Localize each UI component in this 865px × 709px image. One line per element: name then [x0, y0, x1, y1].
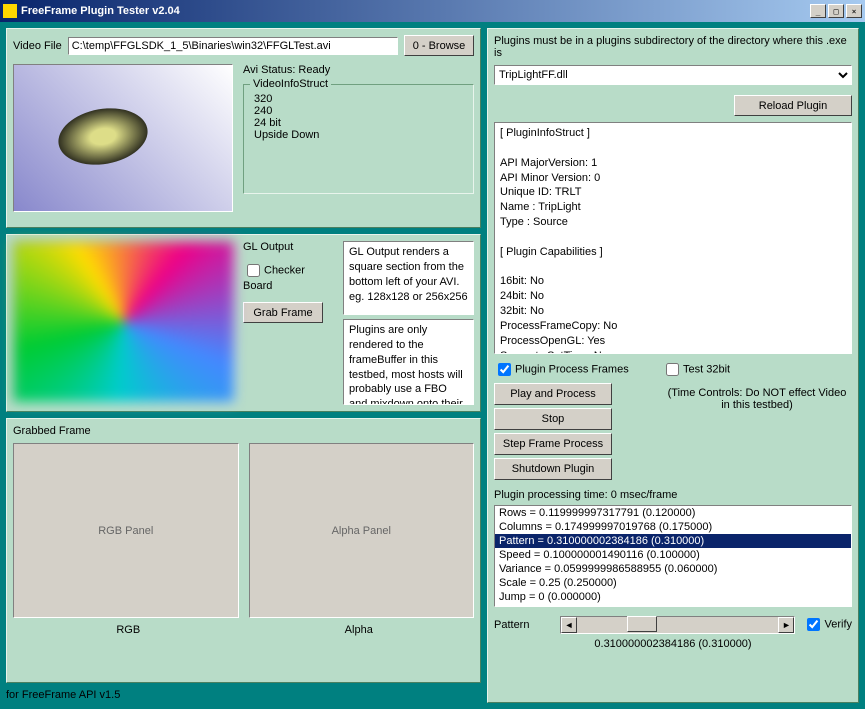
plugin-instructions: Plugins must be in a plugins subdirector… — [494, 35, 852, 59]
minimize-button[interactable]: _ — [810, 4, 826, 18]
param-slider[interactable]: ◄ ► — [560, 616, 795, 634]
grabbed-frame-title: Grabbed Frame — [13, 425, 474, 437]
gl-output-note: Plugins are only rendered to the frameBu… — [343, 319, 474, 405]
param-name-label: Pattern — [494, 619, 552, 631]
window-title: FreeFrame Plugin Tester v2.04 — [21, 5, 808, 17]
play-process-button[interactable]: Play and Process — [494, 383, 612, 405]
slider-right-arrow[interactable]: ► — [778, 617, 794, 633]
slider-thumb[interactable] — [627, 616, 657, 632]
video-file-label: Video File — [13, 40, 62, 52]
verify-label: Verify — [824, 618, 852, 630]
param-value-label: 0.310000002384186 (0.310000) — [494, 638, 852, 650]
browse-button[interactable]: 0 - Browse — [404, 35, 474, 56]
gl-output-panel: GL Output Checker Board Grab Frame GL Ou… — [6, 234, 481, 412]
param-row[interactable]: Jump = 0 (0.000000) — [495, 590, 851, 604]
param-row[interactable]: Pattern = 0.310000002384186 (0.310000) — [495, 534, 851, 548]
gl-output-title: GL Output — [243, 241, 335, 253]
video-file-panel: Video File 0 - Browse Avi Status: Ready … — [6, 28, 481, 228]
grabbed-frame-panel: Grabbed Frame RGB Panel Alpha Panel RGB … — [6, 418, 481, 683]
parameter-listbox[interactable]: Rows = 0.119999997317791 (0.120000)Colum… — [494, 505, 852, 607]
alpha-panel: Alpha Panel — [249, 443, 475, 618]
plugin-process-frames-label: Plugin Process Frames — [515, 363, 629, 375]
rgb-panel: RGB Panel — [13, 443, 239, 618]
alpha-label: Alpha — [244, 624, 475, 636]
shutdown-plugin-button[interactable]: Shutdown Plugin — [494, 458, 612, 480]
test-32bit-checkbox[interactable] — [666, 363, 679, 376]
plugin-info-text[interactable]: [ PluginInfoStruct ] API MajorVersion: 1… — [494, 122, 852, 354]
checker-board-checkbox[interactable] — [247, 264, 260, 277]
avi-status-label: Avi Status: Ready — [243, 64, 474, 76]
footer-text: for FreeFrame API v1.5 — [6, 689, 481, 701]
time-controls-note: (Time Controls: Do NOT effect Video in t… — [662, 387, 852, 411]
param-row[interactable]: Speed = 0.100000001490116 (0.100000) — [495, 548, 851, 562]
app-icon — [3, 4, 17, 18]
video-file-input[interactable] — [68, 37, 398, 55]
param-row[interactable]: Scale = 0.25 (0.250000) — [495, 576, 851, 590]
gl-output-desc: GL Output renders a square section from … — [343, 241, 474, 315]
videoinfostruct-content: 32024024 bitUpside Down — [254, 93, 463, 141]
gl-output-preview — [13, 241, 235, 403]
step-frame-button[interactable]: Step Frame Process — [494, 433, 612, 455]
reload-plugin-button[interactable]: Reload Plugin — [734, 95, 852, 116]
plugin-process-frames-checkbox[interactable] — [498, 363, 511, 376]
plugin-select[interactable]: TripLightFF.dll — [494, 65, 852, 85]
param-row[interactable]: Columns = 0.174999997019768 (0.175000) — [495, 520, 851, 534]
grab-frame-button[interactable]: Grab Frame — [243, 302, 323, 323]
title-bar: FreeFrame Plugin Tester v2.04 _ □ × — [0, 0, 865, 22]
videoinfostruct-title: VideoInfoStruct — [250, 78, 331, 90]
slider-left-arrow[interactable]: ◄ — [561, 617, 577, 633]
maximize-button[interactable]: □ — [828, 4, 844, 18]
verify-checkbox[interactable] — [807, 618, 820, 631]
close-button[interactable]: × — [846, 4, 862, 18]
plugin-processing-time: Plugin processing time: 0 msec/frame — [494, 489, 852, 501]
stop-button[interactable]: Stop — [494, 408, 612, 430]
plugin-panel: Plugins must be in a plugins subdirector… — [487, 28, 859, 703]
param-row[interactable]: Variance = 0.0599999986588955 (0.060000) — [495, 562, 851, 576]
param-row[interactable]: Rows = 0.119999997317791 (0.120000) — [495, 506, 851, 520]
video-preview — [13, 64, 233, 212]
test-32bit-label: Test 32bit — [683, 363, 730, 375]
rgb-label: RGB — [13, 624, 244, 636]
